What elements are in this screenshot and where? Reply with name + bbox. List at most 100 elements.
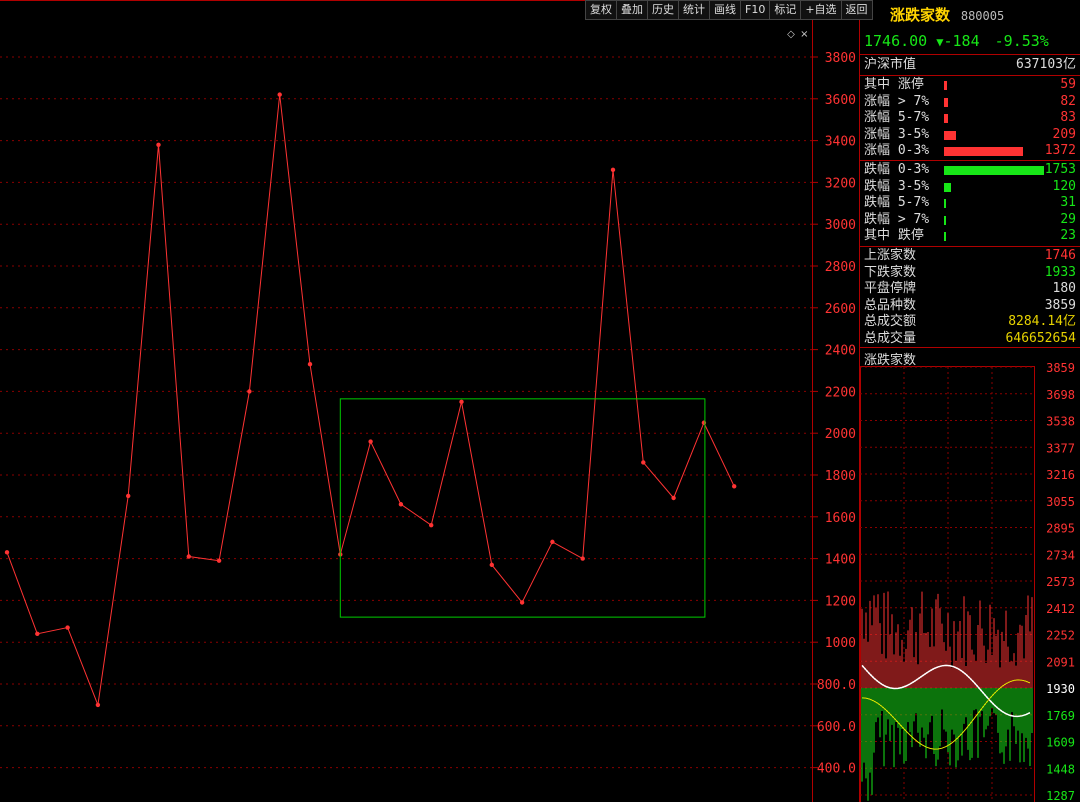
add-favorite-button[interactable]: +自选 (800, 0, 842, 20)
stat-row-label: 总成交额 (864, 314, 917, 329)
main-line-chart[interactable]: 3800 3600 3400 3200 3000 2800 2600 2400 2200 2000… (0, 0, 860, 802)
data-point (580, 556, 585, 561)
data-point (368, 439, 373, 444)
section-divider (860, 75, 1080, 76)
market-cap-row: 沪深市值 637103亿 (864, 57, 1076, 73)
fall-bucket-row: 跌幅 3-5% 120 (864, 179, 1076, 195)
market-cap-row-value: 637103亿 (1016, 57, 1076, 72)
history-button[interactable]: 历史 (647, 0, 679, 20)
fall-bucket-row-label: 其中 跌停 (864, 228, 924, 243)
fall-bar (944, 166, 1044, 175)
stat-row-label: 平盘停牌 (864, 281, 917, 296)
rise-bucket-row-label: 涨幅 0-3% (864, 143, 930, 158)
mini-tick-label: 3377 (1046, 441, 1075, 455)
data-point (126, 493, 131, 499)
stat-row-value: 1933 (1044, 264, 1076, 280)
y-tick-label: 2600 (825, 302, 856, 317)
chart-toolbar: 复权 叠加 历史 统计 画线 F10 标记 +自选 返回 (585, 0, 873, 20)
mini-tick-label: 2573 (1046, 575, 1075, 589)
data-point (489, 562, 494, 568)
close-icon[interactable]: × (800, 29, 808, 40)
data-point (701, 420, 707, 425)
data-point (307, 362, 313, 367)
f10-button[interactable]: F10 (740, 0, 771, 20)
mark-button[interactable]: 标记 (769, 0, 802, 20)
stat-row-value: 1746 (1044, 248, 1076, 263)
fall-bar (944, 215, 946, 225)
stat-row-label: 下跌家数 (864, 264, 917, 280)
data-point (519, 600, 525, 605)
data-point (186, 554, 191, 559)
current-price: 1746.00 (864, 32, 928, 50)
stat-row: 平盘停牌 180 (864, 281, 1076, 297)
fall-bucket-row-label: 跌幅 5-7% (864, 195, 930, 210)
rise-bar (944, 147, 1023, 156)
data-point (216, 558, 222, 563)
stat-row-label: 总品种数 (864, 297, 917, 313)
selection-box (339, 398, 706, 618)
stat-row-label: 上涨家数 (864, 248, 917, 263)
y-tick-label: 600.0 (817, 720, 856, 735)
draw-line-button[interactable]: 画线 (709, 0, 741, 20)
restore-rights-button[interactable]: 复权 (585, 0, 617, 20)
fall-bucket-row: 跌幅 0-3% 1753 (864, 162, 1076, 178)
price-line: 1746.00 ▼-184 -9.53% (860, 30, 1080, 52)
diamond-icon[interactable]: ◇ (787, 29, 795, 40)
y-tick-label: 3600 (825, 93, 856, 108)
stat-row: 下跌家数 1933 (864, 265, 1076, 281)
section-divider (860, 160, 1080, 161)
mini-tick-label: 1930 (1046, 682, 1075, 696)
stat-row-value: 8284.14亿 (1008, 314, 1076, 329)
fall-bucket-row: 跌幅 5-7% 31 (864, 195, 1076, 211)
rise-bucket-row: 涨幅 3-5% 209 (864, 127, 1076, 143)
price-change: -184 (943, 32, 980, 50)
overlay-button[interactable]: 叠加 (616, 0, 648, 20)
panel-header: 涨跌家数 880005 (860, 0, 1080, 30)
y-tick-label: 3400 (825, 135, 856, 150)
stat-row: 总成交量 646652654 (864, 331, 1076, 347)
mini-tick-label: 1287 (1046, 789, 1075, 802)
mini-tick-label: 1769 (1046, 709, 1075, 723)
data-point (671, 495, 676, 501)
fall-bucket-row-value: 1753 (1044, 162, 1076, 177)
y-tick-label: 3200 (825, 176, 856, 191)
section-divider (860, 246, 1080, 247)
mini-tick-label: 3698 (1046, 388, 1075, 402)
rise-bucket-row-label: 涨幅 3-5% (864, 126, 930, 142)
market-cap-row-label: 沪深市值 (864, 57, 917, 72)
data-point (429, 522, 434, 528)
y-tick-label: 2800 (825, 260, 856, 275)
fall-bucket-row-label: 跌幅 > 7% (864, 211, 930, 227)
price-change-pct: -9.53% (994, 32, 1049, 50)
fall-bar (944, 199, 946, 208)
series-line (6, 94, 735, 707)
stat-row-value: 646652654 (1005, 330, 1076, 346)
section-divider (860, 347, 1080, 348)
data-point (277, 92, 282, 97)
rise-bucket-row-value: 83 (1060, 110, 1076, 125)
mini-tick-label: 1448 (1046, 762, 1075, 776)
rise-bar (944, 81, 947, 90)
data-point (247, 389, 252, 394)
data-point (95, 702, 101, 708)
y-tick-label: 2000 (825, 427, 856, 442)
y-tick-label: 3800 (825, 51, 856, 66)
rise-bucket-row: 涨幅 0-3% 1372 (864, 143, 1076, 159)
rise-bar (944, 97, 948, 107)
rise-bucket-row-label: 涨幅 5-7% (864, 110, 930, 125)
section-divider (860, 54, 1080, 55)
stat-row-value: 3859 (1044, 297, 1076, 313)
y-tick-label: 400.0 (817, 762, 856, 777)
stat-row-label: 总成交量 (864, 330, 917, 346)
data-point (4, 550, 10, 555)
y-tick-label: 3000 (825, 218, 856, 233)
y-tick-label: 1400 (825, 553, 856, 568)
fall-bucket-row-value: 23 (1060, 228, 1076, 243)
mini-tick-label: 1609 (1046, 736, 1075, 750)
statistics-button[interactable]: 统计 (678, 0, 710, 20)
mini-tick-label: 3859 (1046, 361, 1075, 375)
rise-bucket-row-value: 209 (1052, 126, 1076, 142)
data-point (156, 142, 161, 147)
data-point (550, 539, 555, 545)
data-point (732, 484, 737, 489)
